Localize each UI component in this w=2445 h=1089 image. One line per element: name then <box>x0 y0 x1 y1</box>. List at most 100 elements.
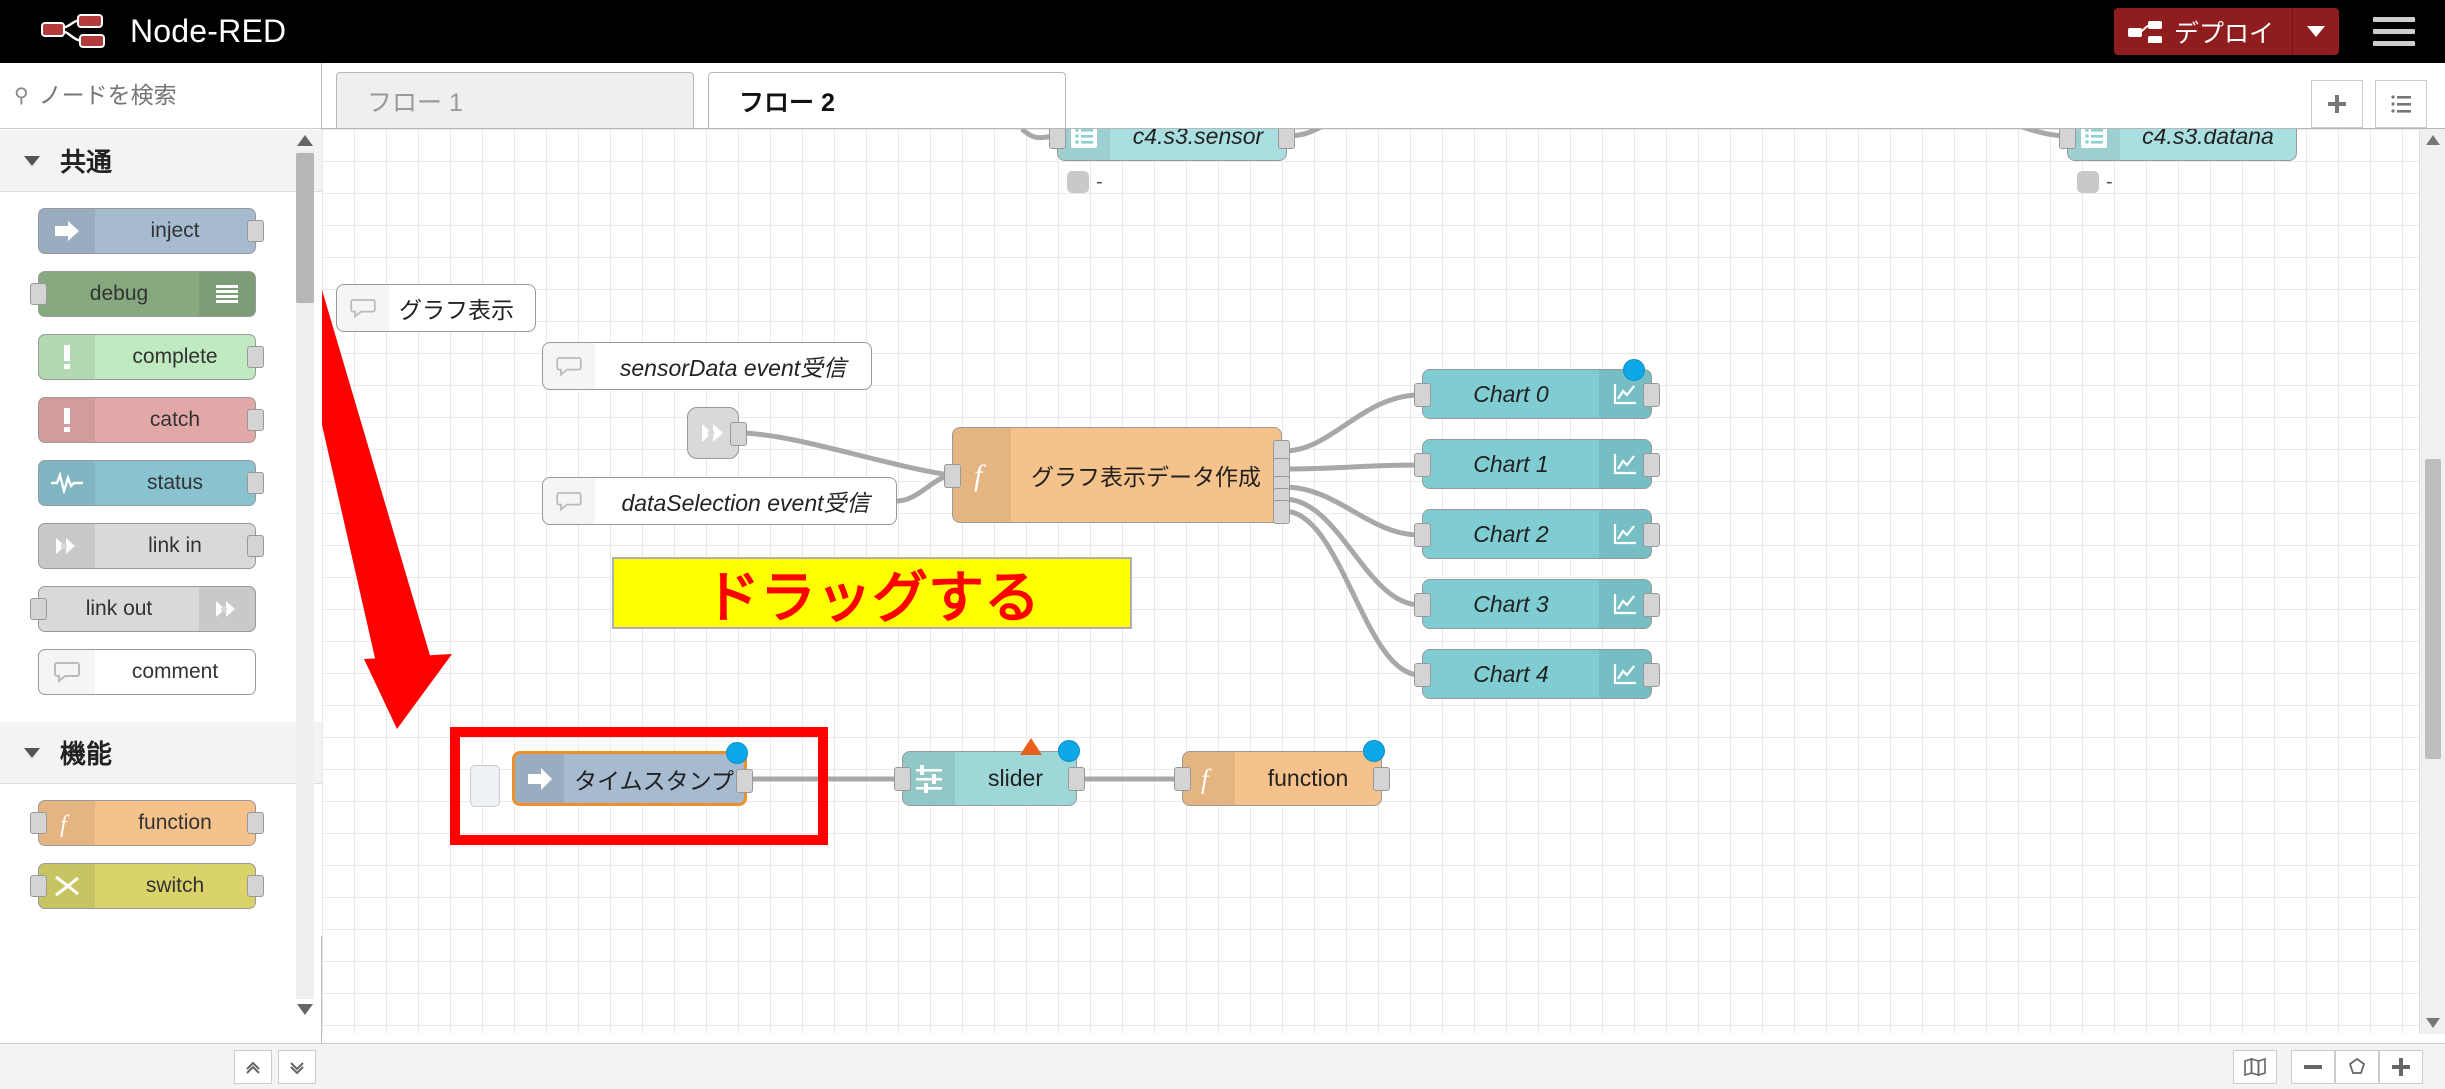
output-port[interactable] <box>247 346 264 368</box>
input-port[interactable] <box>30 598 47 620</box>
input-port[interactable] <box>1414 523 1431 547</box>
palette-search[interactable]: ⚲ <box>0 63 321 129</box>
waveform-icon <box>39 461 95 505</box>
palette-node-inject[interactable]: inject <box>38 208 264 254</box>
flow-node-function[interactable]: f function <box>1174 740 1390 806</box>
node-status-text: - <box>1096 171 1103 193</box>
add-flow-button[interactable] <box>2311 80 2363 128</box>
output-port[interactable] <box>730 422 747 446</box>
scroll-down-icon[interactable] <box>297 1004 313 1015</box>
flow-node-comment-dataselection[interactable]: dataSelection event受信 <box>542 477 897 525</box>
flow-node-comment-sensordata[interactable]: sensorData event受信 <box>542 342 872 390</box>
scroll-up-icon[interactable] <box>297 135 313 146</box>
node-status-dot <box>1067 171 1089 193</box>
deploy-dropdown-button[interactable] <box>2292 8 2339 55</box>
zoom-out-button[interactable] <box>2291 1049 2335 1084</box>
output-port[interactable] <box>1373 767 1390 791</box>
canvas-vertical-scrollbar[interactable] <box>2419 129 2445 1034</box>
palette-node-complete[interactable]: complete <box>38 334 264 380</box>
collapse-all-button[interactable] <box>234 1049 272 1084</box>
svg-text:f: f <box>60 812 70 837</box>
node-red-logo-icon <box>40 13 114 50</box>
wire <box>1283 392 1421 454</box>
output-port[interactable] <box>247 535 264 557</box>
input-port[interactable] <box>30 283 47 305</box>
scroll-up-icon[interactable] <box>2426 135 2440 145</box>
output-port[interactable] <box>247 812 264 834</box>
flow-node-comment-graph-display[interactable]: グラフ表示 <box>336 284 536 332</box>
main-menu-button[interactable] <box>2373 17 2415 46</box>
zoom-reset-button[interactable] <box>2335 1049 2379 1084</box>
flow-node-c4s3datana[interactable]: c4.s3.datana <box>2059 129 2297 161</box>
input-port[interactable] <box>2059 129 2076 149</box>
hamburger-bar <box>2373 29 2415 34</box>
output-port[interactable] <box>1643 453 1660 477</box>
palette-node-catch[interactable]: catch <box>38 397 264 443</box>
output-port[interactable] <box>247 409 264 431</box>
flow-node-chart-4[interactable]: Chart 4 <box>1414 649 1660 699</box>
palette-node-link-out[interactable]: link out <box>30 586 256 632</box>
output-port[interactable] <box>1643 663 1660 687</box>
palette-node-label: link out <box>85 597 153 620</box>
flow-canvas[interactable]: c4.s3.sensor - c4.s3.datana - グラフ表示 sens… <box>322 129 2422 1034</box>
input-port[interactable] <box>1414 663 1431 687</box>
svg-text:f: f <box>974 459 986 492</box>
input-port[interactable] <box>944 464 961 488</box>
flow-node-chart-2[interactable]: Chart 2 <box>1414 509 1660 559</box>
palette-node-function[interactable]: f function <box>30 800 264 846</box>
input-port[interactable] <box>1414 453 1431 477</box>
tab-flow-1[interactable]: フロー 1 <box>336 72 694 128</box>
flow-node-label: sensorData event受信 <box>619 355 847 381</box>
zoom-in-button[interactable] <box>2379 1049 2423 1084</box>
palette-node-link-in[interactable]: link in <box>38 523 264 569</box>
input-port[interactable] <box>30 812 47 834</box>
expand-all-button[interactable] <box>278 1049 316 1084</box>
output-port[interactable] <box>1643 593 1660 617</box>
input-port[interactable] <box>1049 129 1066 149</box>
output-port[interactable] <box>1068 767 1085 791</box>
flow-node-c4s3sensor[interactable]: c4.s3.sensor <box>1049 129 1295 161</box>
wire <box>738 430 951 478</box>
palette-scrollbar[interactable] <box>294 135 316 1015</box>
annotation-drag-label: ドラッグする <box>704 565 1040 629</box>
flow-node-link-in[interactable] <box>687 407 747 459</box>
list-flows-button[interactable] <box>2375 80 2427 128</box>
node-palette: ⚲ 共通 inject debug <box>0 63 322 1089</box>
input-port[interactable] <box>1414 383 1431 407</box>
tab-flow-2[interactable]: フロー 2 <box>708 72 1066 128</box>
scroll-down-icon[interactable] <box>2426 1018 2440 1028</box>
output-port-4[interactable] <box>1273 500 1290 524</box>
input-port[interactable] <box>894 767 911 791</box>
output-port[interactable] <box>1643 523 1660 547</box>
palette-node-comment[interactable]: comment <box>38 649 256 695</box>
palette-node-switch[interactable]: switch <box>30 863 264 909</box>
search-input[interactable] <box>38 82 307 109</box>
palette-node-debug[interactable]: debug <box>30 271 256 317</box>
node-changed-badge <box>1363 740 1385 762</box>
output-port[interactable] <box>247 220 264 242</box>
flow-canvas-viewport[interactable]: c4.s3.sensor - c4.s3.datana - グラフ表示 sens… <box>322 129 2445 1089</box>
input-port[interactable] <box>1174 767 1191 791</box>
deploy-icon <box>2127 20 2162 44</box>
output-port[interactable] <box>247 875 264 897</box>
input-port[interactable] <box>30 875 47 897</box>
deploy-button[interactable]: デプロイ <box>2113 8 2292 55</box>
palette-category-common[interactable]: 共通 <box>0 130 322 192</box>
palette-category-function[interactable]: 機能 <box>0 722 322 784</box>
flow-node-slider[interactable]: slider <box>894 738 1085 806</box>
flow-node-chart-0[interactable]: Chart 0 <box>1414 359 1660 419</box>
navigator-map-button[interactable] <box>2233 1049 2277 1084</box>
output-port[interactable] <box>247 472 264 494</box>
input-port[interactable] <box>1414 593 1431 617</box>
scrollbar-thumb-vertical[interactable] <box>2425 459 2441 759</box>
output-port[interactable] <box>1278 129 1295 149</box>
flow-node-chart-3[interactable]: Chart 3 <box>1414 579 1660 629</box>
output-port[interactable] <box>1643 383 1660 407</box>
wire <box>1283 508 1421 678</box>
comment-bubble-icon <box>337 285 389 331</box>
palette-node-status[interactable]: status <box>38 460 264 506</box>
flow-node-make-chart-data[interactable]: f グラフ表示データ作成 <box>944 427 1290 524</box>
flow-node-chart-1[interactable]: Chart 1 <box>1414 439 1660 489</box>
canvas-view-tools <box>2233 1049 2423 1084</box>
scrollbar-thumb[interactable] <box>296 153 314 303</box>
